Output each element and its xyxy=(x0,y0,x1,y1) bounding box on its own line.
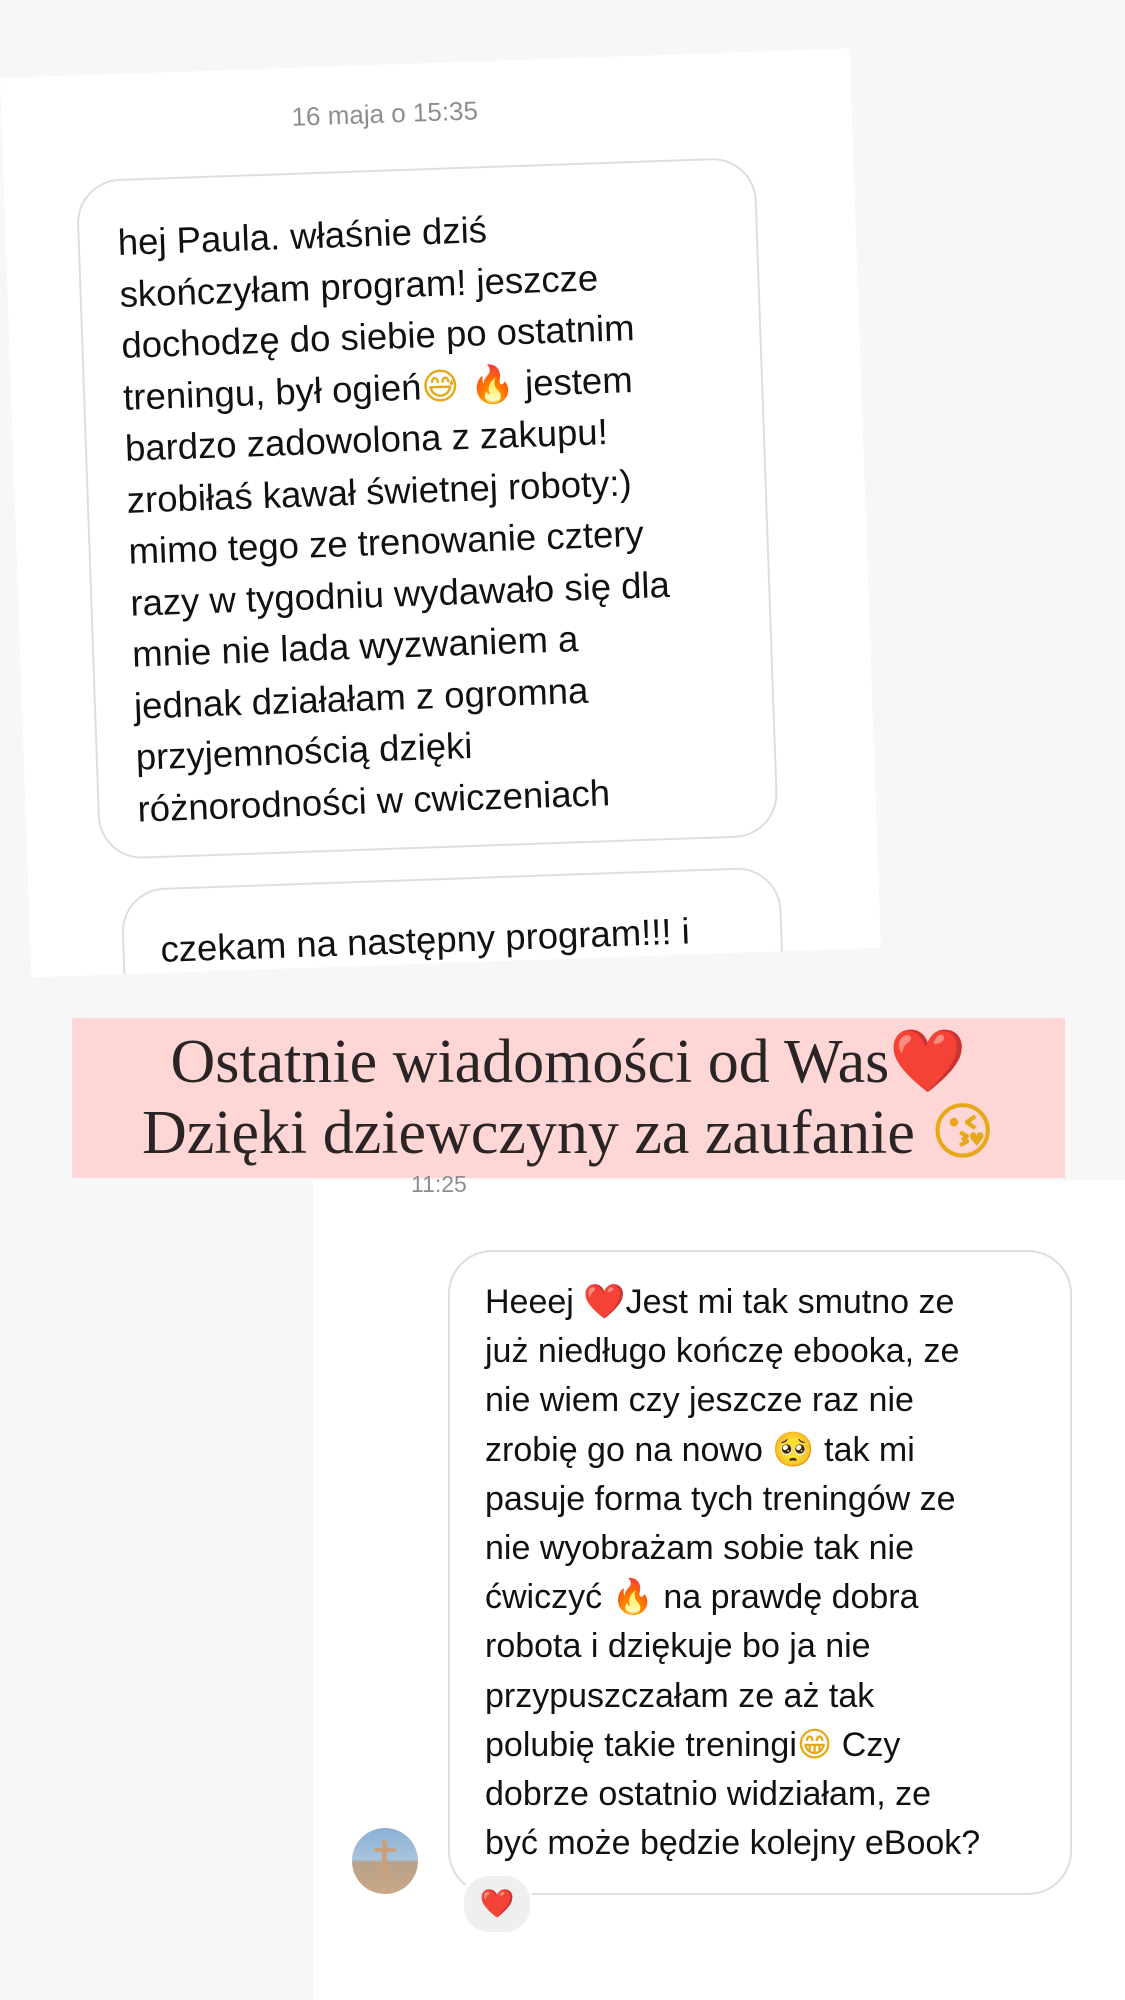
headline-banner: Ostatnie wiadomości od Was❤️ Dzięki dzie… xyxy=(72,1018,1065,1178)
message-text: na prawdę dobra xyxy=(663,1578,919,1617)
message-line-with-emoji: polubię takie treningi😁 Czy xyxy=(485,1721,1050,1770)
grinning-face-emoji-icon: 😁 xyxy=(796,1724,833,1765)
received-message-bubble[interactable]: Heeej ❤️Jest mi tak smutno ze już niedłu… xyxy=(448,1250,1072,1895)
fire-emoji-icon: 🔥 xyxy=(611,1577,654,1618)
received-message-bubble[interactable]: hej Paula. właśnie dziś skończyłam progr… xyxy=(75,156,779,861)
message-text: zrobię go na nowo xyxy=(485,1430,763,1469)
message-text: Heeej xyxy=(485,1283,574,1321)
message-line-with-emoji: zrobię go na nowo 🥺 tak mi xyxy=(485,1426,1050,1475)
message-line: już niedługo kończę ebooka, ze xyxy=(485,1332,960,1371)
message-text: ćwiczyć xyxy=(485,1578,603,1617)
message-line: być może będzie kolejny eBook? xyxy=(485,1824,981,1863)
banner-title: Ostatnie wiadomości od Was xyxy=(170,1028,890,1096)
message-text: Jest mi tak smutno ze xyxy=(625,1283,955,1321)
sender-avatar[interactable] xyxy=(352,1828,418,1894)
received-message-bubble[interactable]: czekam na następny program!!! i xyxy=(120,866,785,978)
heart-emoji-icon: ❤️ xyxy=(583,1282,626,1322)
heart-emoji-icon: ❤️ xyxy=(889,1024,967,1097)
message-text: treningu, był ogień xyxy=(122,365,423,418)
message-line: czekam na następny program!!! i xyxy=(159,910,691,970)
message-timestamp: 11:25 xyxy=(411,1171,467,1197)
banner-line-1: Ostatnie wiadomości od Was❤️ xyxy=(72,1018,1065,1097)
heart-reaction-icon: ❤️ xyxy=(479,1887,515,1920)
message-line-with-emoji: ćwiczyć 🔥 na prawdę dobra xyxy=(485,1573,1050,1622)
message-line: nie wyobrażam sobie tak nie xyxy=(485,1529,915,1568)
sweat-smile-emoji-icon: 😅 xyxy=(420,363,461,408)
message-timestamp: 16 maja o 15:35 xyxy=(291,95,479,132)
heart-reaction-badge[interactable]: ❤️ xyxy=(461,1873,533,1935)
message-text: jestem xyxy=(524,358,634,404)
banner-line-2: Dzięki dziewczyny za zaufanie 😘 xyxy=(72,1097,1065,1168)
top-chat-screenshot: 16 maja o 15:35 hej Paula. właśnie dziś … xyxy=(0,48,881,978)
avatar-figure xyxy=(382,1840,387,1880)
message-text: tak mi xyxy=(824,1430,915,1469)
message-line: dobrze ostatnio widziałam, ze xyxy=(485,1775,932,1814)
message-line: przypuszczałam ze aż tak xyxy=(485,1676,875,1715)
message-line: robota i dziękuje bo ja nie xyxy=(485,1627,871,1666)
fire-emoji-icon: 🔥 xyxy=(468,361,516,407)
message-line-with-emoji: Heeej ❤️Jest mi tak smutno ze xyxy=(485,1278,1050,1327)
message-line: nie wiem czy jeszcze raz nie xyxy=(485,1381,914,1420)
message-text: Czy xyxy=(841,1725,901,1764)
banner-subtitle: Dzięki dziewczyny za zaufanie xyxy=(142,1099,915,1167)
kiss-emoji-icon: 😘 xyxy=(930,1095,995,1168)
message-text: polubię takie treningi xyxy=(485,1725,797,1764)
message-line: pasuje forma tych treningów ze xyxy=(485,1479,956,1518)
pleading-face-emoji-icon: 🥺 xyxy=(772,1429,815,1470)
